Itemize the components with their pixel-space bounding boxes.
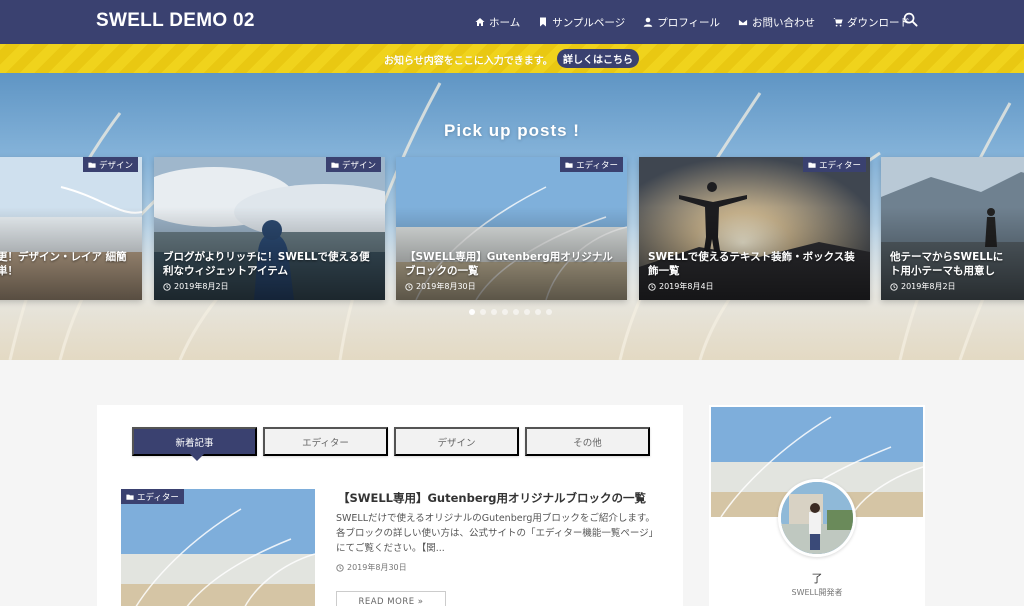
pickup-hero: Pick up posts ! デザイン 更！デザイン・レイア 細簡単！ デザイ…	[0, 73, 1024, 360]
notice-text: お知らせ内容をここに入力できます。	[384, 56, 553, 67]
nav-item-home[interactable]: ホーム	[475, 15, 520, 30]
post-tabs: 新着記事 エディター デザイン その他	[132, 427, 650, 461]
bookmark-icon	[540, 17, 547, 27]
pagination-dot[interactable]	[491, 309, 497, 315]
search-icon	[903, 12, 918, 27]
search-button[interactable]	[903, 12, 921, 30]
card-category-badge: デザイン	[325, 157, 381, 172]
avatar-image	[781, 482, 853, 554]
cart-icon	[833, 18, 843, 27]
profile-role: SWELL開発者	[791, 588, 843, 597]
card-title: ブログがよりリッチに！SWELLで使える便利なウィジェットアイテム	[163, 251, 370, 277]
post-date: 2019年8月30日	[336, 562, 407, 573]
pagination-dot[interactable]	[524, 309, 530, 315]
post-excerpt: SWELLだけで使えるオリジナルのGutenberg用ブロックをご紹介します。各…	[336, 513, 655, 554]
tab-design[interactable]: デザイン	[394, 427, 519, 456]
clock-icon	[405, 282, 413, 291]
global-nav: ホーム サンプルページ プロフィール お問い合わせ ダウンロード	[475, 0, 910, 44]
card-title: SWELLで使えるテキスト装飾・ボックス装飾一覧	[648, 251, 855, 277]
card-date: 2019年8月2日	[890, 281, 956, 292]
nav-item-contact[interactable]: お問い合わせ	[738, 15, 815, 30]
card-overlay	[639, 157, 870, 300]
nav-label: プロフィール	[657, 16, 720, 29]
notice-bar: お知らせ内容をここに入力できます。 詳しくはこちら	[0, 44, 1024, 73]
profile-name: 了	[811, 572, 823, 585]
user-icon	[644, 17, 653, 27]
nav-label: ダウンロード	[847, 16, 910, 29]
profile-widget: 了 SWELL開発者	[709, 405, 925, 606]
clock-icon	[890, 282, 898, 291]
post-category-badge: エディター	[121, 489, 184, 504]
card-category-badge: エディター	[803, 157, 866, 172]
pickup-card[interactable]: デザイン 更！デザイン・レイア 細簡単！	[0, 157, 142, 300]
card-date: 2019年8月4日	[648, 281, 714, 292]
card-date: 2019年8月30日	[405, 281, 476, 292]
home-icon	[475, 18, 485, 26]
pickup-card[interactable]: デザイン ブログがよりリッチに！SWELLで使える便利なウィジェットアイテム 2…	[154, 157, 385, 300]
card-overlay	[881, 157, 1024, 300]
card-title: 更！デザイン・レイア 細簡単！	[0, 251, 127, 277]
tab-new-posts[interactable]: 新着記事	[132, 427, 257, 461]
pagination-dot[interactable]	[535, 309, 541, 315]
folder-icon	[565, 162, 573, 168]
nav-label: サンプルページ	[552, 16, 626, 29]
post-title[interactable]: 【SWELL専用】Gutenberg用オリジナルブロックの一覧	[338, 490, 646, 506]
nav-item-download[interactable]: ダウンロード	[833, 15, 910, 30]
nav-label: ホーム	[489, 16, 521, 29]
card-date: 2019年8月2日	[163, 281, 229, 292]
site-header: SWELL DEMO 02 ホーム サンプルページ プロフィール お問い合わせ …	[0, 0, 1024, 44]
avatar[interactable]	[778, 479, 856, 557]
clock-icon	[648, 282, 656, 291]
nav-item-sample-page[interactable]: サンプルページ	[538, 15, 625, 30]
slider-pagination	[469, 309, 552, 315]
card-overlay	[396, 157, 627, 300]
nav-item-profile[interactable]: プロフィール	[643, 15, 720, 30]
tab-other[interactable]: その他	[525, 427, 650, 456]
post-list-card: 新着記事 エディター デザイン その他 エディター 【SWELL専用】Guten…	[97, 405, 683, 606]
pickup-card[interactable]: 他テーマからSWELLにト用小テーマも用意し 2019年8月2日	[881, 157, 1024, 300]
card-category-badge: デザイン	[82, 157, 138, 172]
notice-details-button[interactable]: 詳しくはこちら	[557, 49, 639, 68]
folder-icon	[808, 162, 816, 168]
pagination-dot[interactable]	[469, 309, 475, 315]
card-category-badge: エディター	[560, 157, 623, 172]
pagination-dot[interactable]	[513, 309, 519, 315]
mail-icon	[738, 18, 748, 26]
card-title: 他テーマからSWELLにト用小テーマも用意し	[890, 251, 1004, 277]
pagination-dot[interactable]	[546, 309, 552, 315]
card-overlay	[0, 157, 142, 300]
card-title: 【SWELL専用】Gutenberg用オリジナルブロックの一覧	[405, 251, 613, 277]
site-title[interactable]: SWELL DEMO 02	[96, 10, 255, 32]
read-more-button[interactable]: READ MORE »	[336, 591, 446, 606]
post-thumbnail-image	[121, 489, 315, 606]
card-overlay	[154, 157, 385, 300]
clock-icon	[336, 563, 344, 572]
pickup-card[interactable]: エディター SWELLで使えるテキスト装飾・ボックス装飾一覧 2019年8月4日	[639, 157, 870, 300]
pagination-dot[interactable]	[480, 309, 486, 315]
folder-icon	[126, 494, 134, 500]
folder-icon	[331, 162, 339, 168]
clock-icon	[163, 282, 171, 291]
tab-editor[interactable]: エディター	[263, 427, 388, 456]
folder-icon	[88, 162, 96, 168]
pagination-dot[interactable]	[502, 309, 508, 315]
post-thumbnail[interactable]: エディター	[121, 489, 315, 606]
pickup-title: Pick up posts !	[444, 121, 580, 140]
nav-label: お問い合わせ	[752, 16, 815, 29]
pickup-card[interactable]: エディター 【SWELL専用】Gutenberg用オリジナルブロックの一覧 20…	[396, 157, 627, 300]
